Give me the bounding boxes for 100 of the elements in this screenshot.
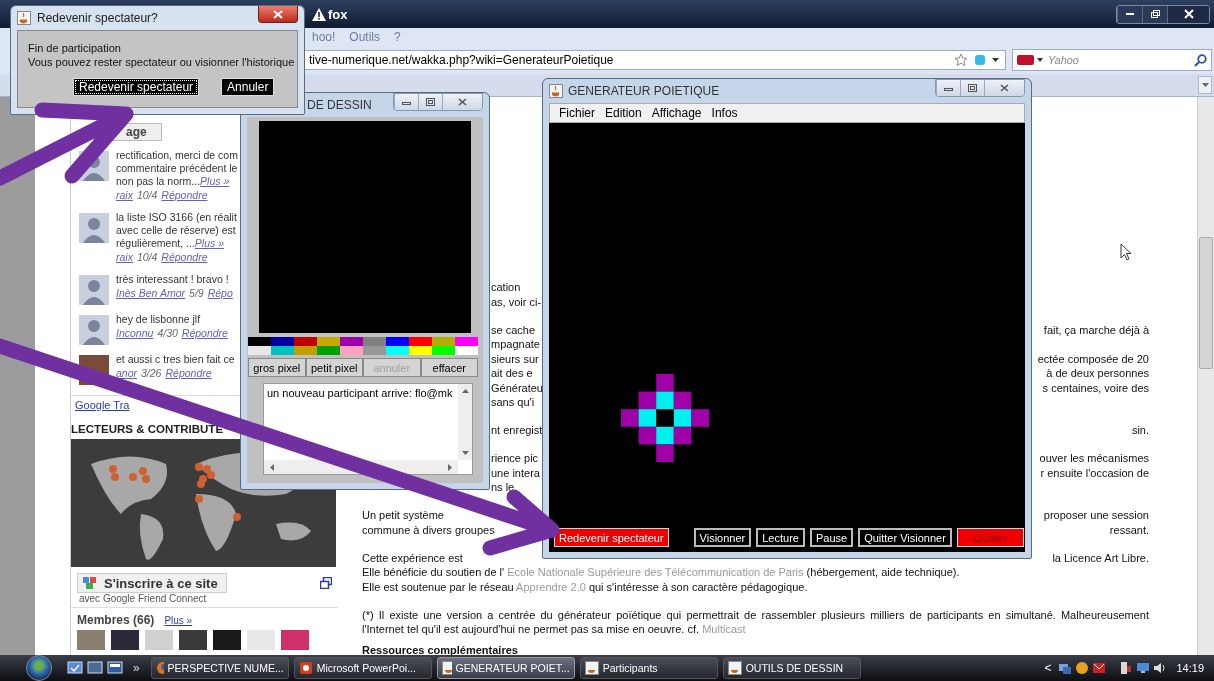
device-icon[interactable] (1119, 661, 1134, 675)
control-button[interactable]: Pause (809, 528, 854, 547)
scrollbar[interactable] (1197, 97, 1214, 655)
control-button[interactable]: Quitter Visionner (858, 528, 952, 547)
color-swatch[interactable] (455, 337, 478, 346)
network-icon[interactable] (1058, 661, 1073, 675)
control-button[interactable]: Redevenir spectateur (554, 528, 669, 547)
author-link[interactable]: raix (116, 188, 133, 203)
reply-link[interactable]: Répondre (165, 366, 212, 381)
menu-item[interactable]: Fichier (554, 106, 600, 120)
coin-icon[interactable] (1075, 661, 1090, 675)
color-swatch[interactable] (363, 346, 386, 355)
search-icon[interactable] (1194, 53, 1207, 67)
menu-item[interactable]: Outils (343, 30, 387, 44)
scrollbar-thumb[interactable] (1199, 237, 1213, 369)
dialog-button[interactable]: Annuler (221, 78, 275, 96)
tab-list-button[interactable] (1198, 76, 1212, 94)
scrollbar[interactable] (458, 384, 472, 460)
tool-button[interactable]: gros pixel (248, 358, 306, 377)
caret-icon[interactable] (992, 57, 999, 63)
author-link[interactable]: Inconnu (116, 326, 154, 341)
more-link[interactable]: Plus » (164, 615, 193, 626)
color-swatch[interactable] (271, 337, 294, 346)
color-swatch[interactable] (386, 346, 409, 355)
minimize-button[interactable] (936, 80, 960, 96)
desktop-icon[interactable] (67, 661, 83, 675)
taskbar-button[interactable]: GENERATEUR POIET... (436, 657, 575, 679)
color-swatch[interactable] (432, 337, 455, 346)
menu-item[interactable]: ? (388, 30, 407, 44)
color-swatch[interactable] (271, 346, 294, 355)
caret-icon (1201, 83, 1209, 87)
tray-expand-button[interactable]: < (1044, 661, 1052, 675)
color-swatch[interactable] (317, 337, 340, 346)
right-arrow-icon[interactable] (448, 463, 452, 471)
restore-button[interactable] (1142, 5, 1167, 23)
color-swatch[interactable] (363, 337, 386, 346)
taskbar-button[interactable]: OUTILS DE DESSIN (722, 657, 861, 679)
dialog-button[interactable]: Redevenir spectateur (73, 78, 200, 96)
author-link[interactable]: anor (116, 366, 137, 381)
close-button[interactable] (258, 6, 298, 23)
color-swatch[interactable] (432, 346, 455, 355)
close-button[interactable] (1167, 5, 1209, 23)
search-field[interactable]: Yahoo (1012, 49, 1212, 71)
join-button[interactable]: S'inscrire à ce site (77, 573, 227, 593)
menu-item[interactable]: Edition (600, 106, 647, 120)
author-link[interactable]: raix (116, 250, 133, 265)
window-icon[interactable] (87, 661, 103, 675)
taskbar-button[interactable]: Microsoft PowerPoi... (293, 657, 432, 679)
reply-link[interactable]: Répondre (161, 188, 208, 203)
color-swatch[interactable] (340, 346, 363, 355)
color-swatch[interactable] (409, 337, 432, 346)
tool-button[interactable]: effacer (420, 358, 478, 377)
taskbar-button[interactable]: PERSPECTIVE NUME... (150, 657, 289, 679)
reply-link[interactable]: Répo (207, 286, 233, 301)
monitor-icon[interactable] (1136, 661, 1151, 675)
speaker-icon[interactable] (1153, 661, 1168, 675)
color-swatch[interactable] (294, 346, 317, 355)
color-swatch[interactable] (409, 346, 432, 355)
reply-link[interactable]: Répondre (181, 326, 228, 341)
log-area[interactable]: un nouveau participant arrive: flo@mk (263, 383, 473, 475)
minimize-button[interactable] (394, 94, 418, 110)
more-link[interactable]: Plus » (200, 175, 230, 187)
taskbar-button[interactable]: Participants (579, 657, 718, 679)
color-swatch[interactable] (248, 346, 271, 355)
control-button[interactable]: Lecture (756, 528, 805, 547)
color-swatch[interactable] (386, 337, 409, 346)
minimize-button[interactable] (1117, 5, 1142, 23)
search-engine-icon[interactable] (1017, 54, 1043, 66)
close-icon (1183, 9, 1194, 19)
up-arrow-icon[interactable] (461, 389, 469, 393)
color-swatch[interactable] (340, 337, 363, 346)
start-button[interactable] (26, 655, 52, 681)
social-icon[interactable] (974, 54, 986, 66)
menu-item[interactable]: Affichage (646, 106, 707, 120)
window-icon[interactable] (107, 661, 123, 675)
color-swatch[interactable] (248, 337, 271, 346)
star-icon[interactable] (954, 53, 968, 67)
color-swatch[interactable] (294, 337, 317, 346)
text-fragment: sans qu'i (491, 395, 535, 410)
address-field[interactable]: tive-numerique.net/wakka.php?wiki=GenerateurPoietique (302, 50, 1006, 70)
menu-item[interactable]: Infos (706, 106, 743, 120)
window-title: fox (328, 6, 348, 22)
translate-link[interactable]: Google Tra (75, 399, 130, 411)
color-swatch[interactable] (317, 346, 340, 355)
mail-icon[interactable] (1092, 661, 1107, 675)
color-swatch[interactable] (455, 346, 478, 355)
popout-icon[interactable] (320, 577, 332, 589)
control-button[interactable]: Visionner (693, 528, 752, 547)
author-link[interactable]: Inès Ben Amor (116, 286, 186, 301)
tool-button[interactable]: petit pixel (305, 358, 363, 377)
comment-date: 10/4 (136, 250, 158, 265)
maximize-button[interactable] (960, 80, 984, 96)
left-arrow-icon[interactable] (270, 463, 274, 471)
overflow-button[interactable]: » (133, 661, 140, 675)
down-arrow-icon[interactable] (461, 451, 469, 455)
menu-item[interactable]: hoo! (306, 30, 342, 44)
minimize-icon (402, 99, 411, 105)
more-link[interactable]: Plus » (194, 237, 224, 249)
reply-link[interactable]: Répondre (161, 250, 208, 265)
maximize-button[interactable] (418, 94, 442, 110)
